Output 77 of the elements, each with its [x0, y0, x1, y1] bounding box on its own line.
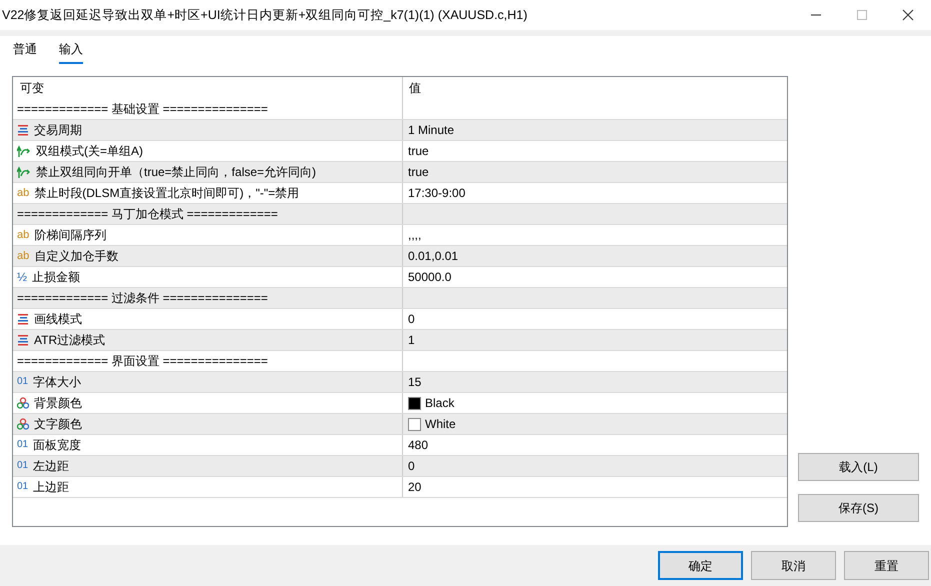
table-row[interactable]: 画线模式 0: [13, 309, 787, 330]
table-row[interactable]: ab 自定义加仓手数 0.01,0.01: [13, 246, 787, 267]
table-row[interactable]: 01 上边距 20: [13, 477, 787, 498]
table-row[interactable]: 01 左边距 0: [13, 456, 787, 477]
parameter-value: 50000.0: [408, 269, 452, 286]
parameter-name: ============= 马丁加仓模式 =============: [17, 206, 278, 223]
number-type-icon: 01: [17, 440, 28, 450]
tab[interactable]: 普通: [13, 40, 37, 64]
parameter-name: 背景颜色: [34, 395, 82, 412]
parameter-value: 1: [408, 332, 415, 349]
tab[interactable]: 输入: [59, 40, 83, 64]
side-button[interactable]: 保存(S): [798, 494, 919, 522]
table-row[interactable]: 禁止双组同向开单（true=禁止同向，false=允许同向) true: [13, 162, 787, 183]
parameter-value: Black: [425, 395, 454, 412]
dialog-button[interactable]: 取消: [751, 551, 836, 580]
parameter-value: 0.01,0.01: [408, 248, 458, 265]
text-type-icon: ab: [17, 250, 30, 262]
list-icon: [17, 334, 29, 346]
table-row[interactable]: ============= 马丁加仓模式 =============: [13, 204, 787, 225]
parameter-name: 上边距: [33, 479, 70, 496]
parameter-name: 交易周期: [34, 122, 82, 139]
palette-icon: [17, 397, 29, 409]
list-icon: [17, 313, 29, 325]
table-row[interactable]: 背景颜色 Black: [13, 393, 787, 414]
parameter-name: 画线模式: [34, 311, 82, 328]
text-type-icon: ab: [17, 230, 30, 240]
number-type-icon: 01: [17, 482, 28, 492]
table-row[interactable]: 01 字体大小 15: [13, 372, 787, 393]
table-row[interactable]: 双组模式(关=单组A) true: [13, 141, 787, 162]
table-row[interactable]: ATR过滤模式 1: [13, 330, 787, 351]
parameter-name: ATR过滤模式: [34, 332, 106, 349]
list-icon: [17, 124, 29, 136]
parameter-value: 15: [408, 374, 422, 391]
dialog-button[interactable]: 重置: [844, 551, 929, 580]
parameter-value: ,,,,: [408, 227, 422, 244]
parameter-name: 双组模式(关=单组A): [36, 143, 144, 160]
parameter-name: 止损金额: [32, 269, 80, 286]
parameter-value: true: [408, 164, 429, 181]
parameter-value: 0: [408, 458, 415, 475]
parameter-name: 自定义加仓手数: [34, 248, 118, 265]
dialog-button[interactable]: 确定: [658, 551, 743, 580]
parameter-name: 面板宽度: [33, 437, 82, 454]
parameter-name: 文字颜色: [34, 416, 82, 433]
parameter-name: 左边距: [33, 458, 70, 475]
arrow-icon: [17, 144, 31, 158]
parameter-name: 禁止双组同向开单（true=禁止同向，false=允许同向): [36, 164, 316, 181]
parameter-name: 禁止时段(DLSM直接设置北京时间即可)，"-"=禁用: [34, 185, 300, 202]
parameter-name: 字体大小: [33, 374, 82, 391]
arrow-icon: [17, 166, 31, 178]
text-type-icon: ab: [17, 188, 30, 198]
table-row[interactable]: ============= 过滤条件 ===============: [13, 288, 787, 309]
table-row[interactable]: 文字颜色 White: [13, 414, 787, 435]
window-title: V22修复返回延迟导致出双单+时区+UI统计日内更新+双组同向可控_k7(1)(1) (XAUUSD.c,H1): [2, 6, 528, 24]
table-row[interactable]: ============= 界面设置 ===============: [13, 351, 787, 372]
table-row[interactable]: 交易周期 1 Minute: [13, 120, 787, 141]
palette-icon: [17, 418, 29, 430]
parameter-value: 0: [408, 311, 415, 328]
parameter-value: 17:30-9:00: [408, 185, 466, 202]
parameter-name: ============= 过滤条件 ===============: [17, 290, 268, 307]
parameter-value: 20: [408, 479, 422, 496]
parameter-name: 阶梯间隔序列: [34, 227, 106, 244]
number-type-icon: 01: [17, 377, 28, 387]
parameter-value: true: [408, 143, 429, 160]
table-row[interactable]: 01 面板宽度 480: [13, 435, 787, 456]
parameter-value: White: [425, 416, 456, 433]
number-type-icon: 01: [17, 461, 28, 471]
table-row[interactable]: ab 阶梯间隔序列 ,,,,: [13, 225, 787, 246]
table-row[interactable]: ½ 止损金额 50000.0: [13, 267, 787, 288]
parameter-value: 1 Minute: [408, 122, 454, 139]
column-header: 可变: [19, 80, 45, 97]
parameter-name: ============= 界面设置 ===============: [17, 353, 268, 370]
side-button[interactable]: 载入(L): [798, 453, 919, 481]
table-row[interactable]: ab 禁止时段(DLSM直接设置北京时间即可)，"-"=禁用 17:30-9:00: [13, 183, 787, 204]
parameter-value: 480: [408, 437, 428, 454]
fraction-icon: ½: [17, 271, 28, 283]
table-row[interactable]: ============= 基础设置 ===============: [13, 99, 787, 120]
parameter-name: ============= 基础设置 ===============: [17, 101, 268, 118]
